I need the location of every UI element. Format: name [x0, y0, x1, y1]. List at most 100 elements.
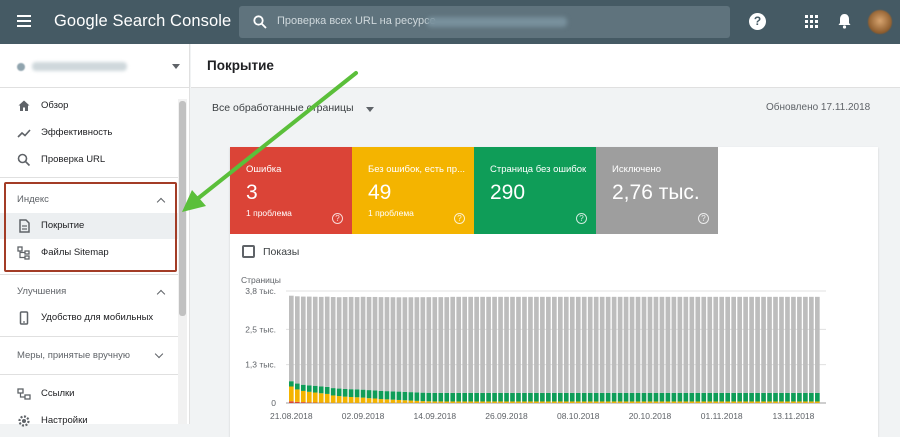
- chart-bar: [552, 393, 557, 402]
- sidebar-item-mobile-usability[interactable]: Удобство для мобильных: [0, 305, 178, 331]
- chart-bar: [343, 297, 348, 389]
- property-selector[interactable]: [0, 44, 190, 88]
- chart-bar: [815, 297, 820, 393]
- help-icon[interactable]: ?: [749, 13, 766, 30]
- chart-bar: [600, 401, 605, 402]
- chart-bar: [409, 401, 414, 403]
- tile-label: Страница без ошибок: [490, 164, 590, 175]
- impressions-checkbox[interactable]: [242, 245, 255, 258]
- app-title[interactable]: Google Search Console: [54, 12, 231, 31]
- chart-bar: [438, 401, 443, 402]
- tile-error[interactable]: Ошибка 3 1 проблема ?: [230, 147, 352, 234]
- chart-bar: [432, 393, 437, 402]
- chart-bar: [666, 393, 671, 402]
- sidebar-item-settings[interactable]: Настройки: [0, 408, 178, 434]
- chart-bar: [582, 297, 587, 393]
- chart-bar: [701, 401, 706, 402]
- chart-bar: [295, 296, 300, 383]
- x-tick-label: 21.08.2018: [270, 411, 313, 421]
- chart-bar: [666, 297, 671, 393]
- apps-grid-icon[interactable]: [805, 15, 818, 28]
- chart-bar: [743, 393, 748, 402]
- chart-bar: [474, 393, 479, 402]
- chart-bar: [444, 401, 449, 402]
- scrollbar-thumb[interactable]: [179, 101, 186, 316]
- sidebar-item-overview[interactable]: Обзор: [0, 93, 178, 119]
- help-circle-icon[interactable]: ?: [454, 213, 465, 224]
- chart-bar: [313, 386, 318, 393]
- x-tick-label: 14.09.2018: [414, 411, 457, 421]
- chart-bar: [349, 389, 354, 397]
- menu-icon[interactable]: [17, 15, 31, 27]
- help-circle-icon[interactable]: ?: [332, 213, 343, 224]
- chart-bar: [624, 401, 629, 402]
- chart-bar: [630, 401, 635, 402]
- chart-bar: [672, 393, 677, 402]
- chart-bar: [331, 395, 336, 402]
- avatar[interactable]: [868, 10, 892, 34]
- settings-icon: [17, 414, 31, 428]
- chart-bar: [385, 391, 390, 399]
- chart-bar: [624, 297, 629, 393]
- tile-valid-with-warnings[interactable]: Без ошибок, есть пр... 49 1 проблема ?: [352, 147, 474, 234]
- sidebar-item-label: Проверка URL: [41, 154, 105, 165]
- help-circle-icon[interactable]: ?: [576, 213, 587, 224]
- chart-bar: [779, 297, 784, 393]
- help-circle-icon[interactable]: ?: [698, 213, 709, 224]
- chart-bar: [725, 297, 730, 393]
- tile-value: 3: [246, 181, 258, 205]
- chart-bar: [426, 297, 431, 393]
- tile-excluded[interactable]: Исключено 2,76 тыс. ?: [596, 147, 718, 234]
- sidebar-item-label: Настройки: [41, 415, 88, 426]
- chart-bar: [803, 297, 808, 393]
- sidebar-item-links[interactable]: Ссылки: [0, 381, 178, 407]
- chart-bar: [289, 296, 294, 381]
- chart-bar: [379, 391, 384, 399]
- caret-down-icon[interactable]: [366, 107, 374, 112]
- chart-bar: [349, 297, 354, 389]
- chart-bar: [552, 297, 557, 393]
- chevron-up-icon[interactable]: [157, 290, 165, 298]
- sidebar-item-performance[interactable]: Эффективность: [0, 120, 178, 146]
- chart-bar: [660, 393, 665, 402]
- chart-bar: [391, 400, 396, 403]
- chart-bar: [642, 401, 647, 402]
- chart-bar: [695, 297, 700, 393]
- chart-bar: [397, 400, 402, 403]
- tile-value: 290: [490, 181, 525, 205]
- chevron-down-icon[interactable]: [155, 350, 163, 358]
- sidebar-item-url-inspection[interactable]: Проверка URL: [0, 147, 178, 173]
- chart-bar: [719, 401, 724, 402]
- chart-bar: [773, 297, 778, 393]
- chart-bar: [474, 401, 479, 402]
- chart-bar: [654, 297, 659, 393]
- sidebar-item-label: Ссылки: [41, 388, 74, 399]
- chart-bar: [636, 393, 641, 402]
- notifications-icon[interactable]: [837, 13, 852, 29]
- chart-bar: [779, 401, 784, 402]
- x-tick-label: 13.11.2018: [772, 411, 814, 421]
- search-icon: [17, 153, 31, 167]
- chart-bar: [534, 393, 539, 402]
- chart-bar: [355, 297, 360, 389]
- url-inspection-search[interactable]: Проверка всех URL на ресурсе: [239, 6, 730, 38]
- chart-bar: [534, 297, 539, 393]
- top-app-bar: Google Search Console Проверка всех URL …: [0, 0, 900, 44]
- chart-bar: [486, 297, 491, 393]
- chart-bar: [570, 393, 575, 402]
- chart-bar: [504, 393, 509, 402]
- chart-bar: [642, 297, 647, 393]
- pages-filter-dropdown[interactable]: Все обработанные страницы: [212, 102, 354, 114]
- chart-bar: [678, 297, 683, 393]
- chart-bar: [755, 393, 760, 402]
- chart-bar: [331, 388, 336, 395]
- tile-valid[interactable]: Страница без ошибок 290 ?: [474, 147, 596, 234]
- chart-bar: [540, 393, 545, 402]
- sidebar-scrollbar[interactable]: [178, 99, 187, 424]
- section-title-manual-actions[interactable]: Меры, принятые вручную: [17, 350, 130, 361]
- chart-bar: [689, 297, 694, 393]
- chart-bar: [612, 393, 617, 402]
- chart-bar: [785, 393, 790, 402]
- chart-bar: [468, 393, 473, 402]
- chart-bar: [815, 393, 820, 402]
